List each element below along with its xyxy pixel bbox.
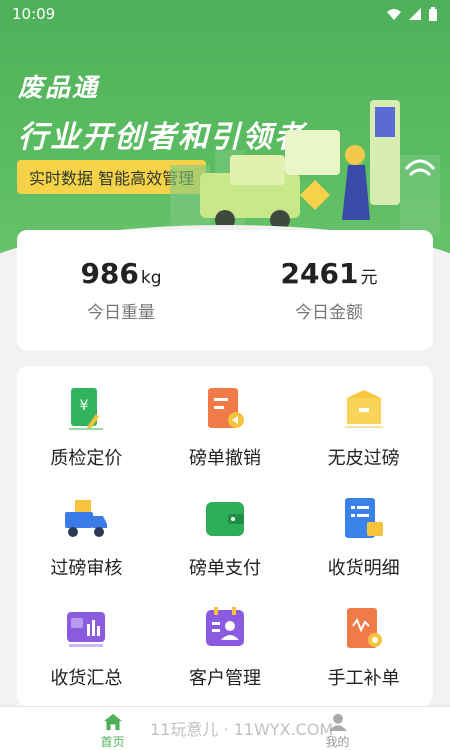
status-bar: 10:09: [0, 0, 450, 28]
menu-label: 客户管理: [188, 668, 261, 689]
watermark: 11玩意儿 · 11WYX.COM: [150, 720, 334, 739]
menu-label: 磅单撤销: [188, 448, 261, 469]
menu-item-pricing[interactable]: ¥ 质检定价: [17, 376, 156, 486]
stat-amount-unit: 元: [360, 268, 378, 288]
truck-icon: [65, 500, 108, 537]
box-icon: [344, 390, 383, 428]
pricing-icon: ¥: [69, 388, 104, 430]
battery-icon: [429, 6, 437, 21]
status-icons: [386, 6, 438, 22]
stat-weight-unit: kg: [140, 268, 162, 288]
manual-order-icon: [346, 608, 382, 648]
stat-value-row: 986 kg: [80, 257, 161, 290]
wallet-icon: [205, 502, 244, 536]
stat-weight-label: 今日重量: [87, 303, 155, 323]
menu-item-revoke[interactable]: 磅单撤销: [156, 376, 295, 486]
stats-card: 986 kg 今日重量 2461 元 今日金额: [17, 230, 433, 350]
stat-today-weight[interactable]: 986 kg 今日重量: [17, 230, 225, 350]
menu-label: 无皮过磅: [327, 448, 400, 469]
menu-label: 过磅审核: [50, 558, 123, 579]
signal-icon: [409, 8, 421, 20]
stat-weight-value: 986: [80, 257, 139, 290]
stat-value-row: 2461 元: [281, 257, 378, 290]
menu-label: 质检定价: [50, 448, 123, 469]
menu-label: 收货明细: [327, 558, 400, 579]
menu-item-manual-order[interactable]: 手工补单: [294, 596, 433, 706]
svg-text:¥: ¥: [80, 398, 89, 414]
summary-icon: [67, 612, 106, 647]
stat-today-amount[interactable]: 2461 元 今日金额: [225, 230, 433, 350]
menu-grid: ¥ 质检定价 磅单撤销 无皮过磅 过磅审核 磅单支付 收货明细 收货汇总 客户管…: [17, 366, 433, 706]
customer-icon: [205, 607, 244, 646]
menu-label: 手工补单: [327, 668, 400, 689]
menu-card: ¥ 质检定价 磅单撤销 无皮过磅 过磅审核 磅单支付 收货明细 收货汇总 客户管…: [17, 366, 433, 706]
menu-label: 磅单支付: [188, 558, 261, 579]
menu-item-payment[interactable]: 磅单支付: [156, 486, 295, 596]
menu-item-customer[interactable]: 客户管理: [156, 596, 295, 706]
tab-home-label: 首页: [100, 735, 125, 749]
revoke-icon: [207, 388, 244, 428]
menu-item-weigh-review[interactable]: 过磅审核: [17, 486, 156, 596]
menu-item-receipt-detail[interactable]: 收货明细: [294, 486, 433, 596]
menu-item-receipt-summary[interactable]: 收货汇总: [17, 596, 156, 706]
stat-amount-label: 今日金额: [295, 303, 363, 323]
home-icon: [103, 713, 122, 731]
banner-illustration: [170, 100, 440, 235]
detail-icon: [344, 498, 383, 538]
menu-item-no-tare[interactable]: 无皮过磅: [294, 376, 433, 486]
wifi-icon: [387, 9, 401, 20]
banner-title: 废品通: [18, 73, 100, 102]
stat-amount-value: 2461: [280, 257, 359, 290]
menu-label: 收货汇总: [50, 668, 123, 689]
status-time: 10:09: [12, 5, 56, 23]
